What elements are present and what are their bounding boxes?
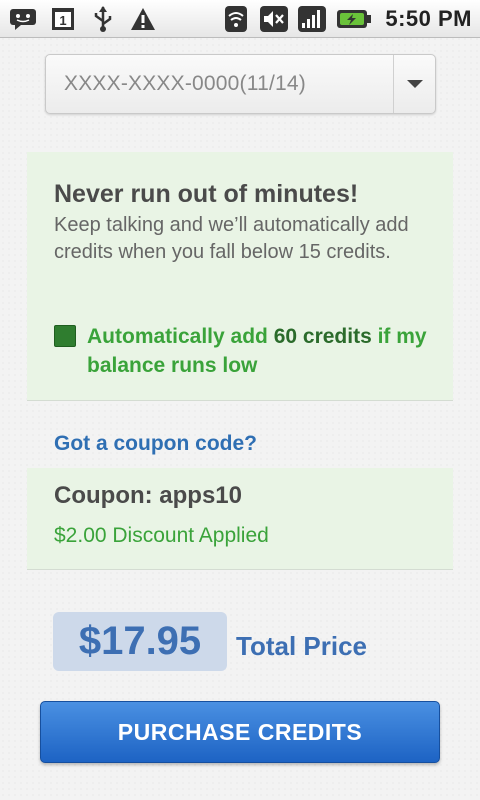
coupon-discount: $2.00 Discount Applied <box>54 524 269 547</box>
coupon-code-link[interactable]: Got a coupon code? <box>54 432 257 456</box>
svg-text:1: 1 <box>59 13 66 28</box>
notification-icon <box>8 5 38 33</box>
card-select-value: XXXX-XXXX-0000(11/14) <box>64 72 306 95</box>
signal-icon <box>297 5 327 33</box>
auto-refill-checkbox[interactable] <box>54 325 76 347</box>
total-price-badge: $17.95 <box>53 612 227 671</box>
purchase-credits-button[interactable]: PURCHASE CREDITS <box>40 701 440 763</box>
card-select-dropdown[interactable]: XXXX-XXXX-0000(11/14) <box>45 54 436 114</box>
status-bar-time: 5:50 PM <box>385 5 472 31</box>
mute-icon <box>259 5 289 33</box>
wifi-icon <box>221 5 251 33</box>
chevron-down-icon[interactable] <box>393 55 435 113</box>
calendar-icon: 1 <box>48 5 78 33</box>
auto-refill-description: Keep talking and we’ll automatically add… <box>54 214 409 263</box>
total-price-value: $17.95 <box>78 619 202 663</box>
auto-refill-label-start: Automatically add <box>87 325 274 348</box>
auto-refill-credits: 60 credits <box>273 325 372 348</box>
status-bar: 1 5:50 PM <box>0 0 480 38</box>
auto-refill-label[interactable]: Automatically add 60 credits if my balan… <box>87 322 437 380</box>
status-bar-right: 5:50 PM <box>221 5 472 33</box>
total-price-label: Total Price <box>236 631 368 661</box>
coupon-title: Coupon: apps10 <box>54 482 243 509</box>
purchase-credits-label: PURCHASE CREDITS <box>117 718 363 745</box>
usb-icon <box>88 5 118 33</box>
battery-icon <box>335 5 373 33</box>
auto-refill-title: Never run out of minutes! <box>54 180 359 208</box>
warning-icon <box>128 5 158 33</box>
coupon-panel: Coupon: apps10 $2.00 Discount Applied <box>27 468 453 570</box>
auto-refill-panel: Never run out of minutes! Keep talking a… <box>27 152 453 401</box>
status-bar-left: 1 <box>8 5 158 33</box>
